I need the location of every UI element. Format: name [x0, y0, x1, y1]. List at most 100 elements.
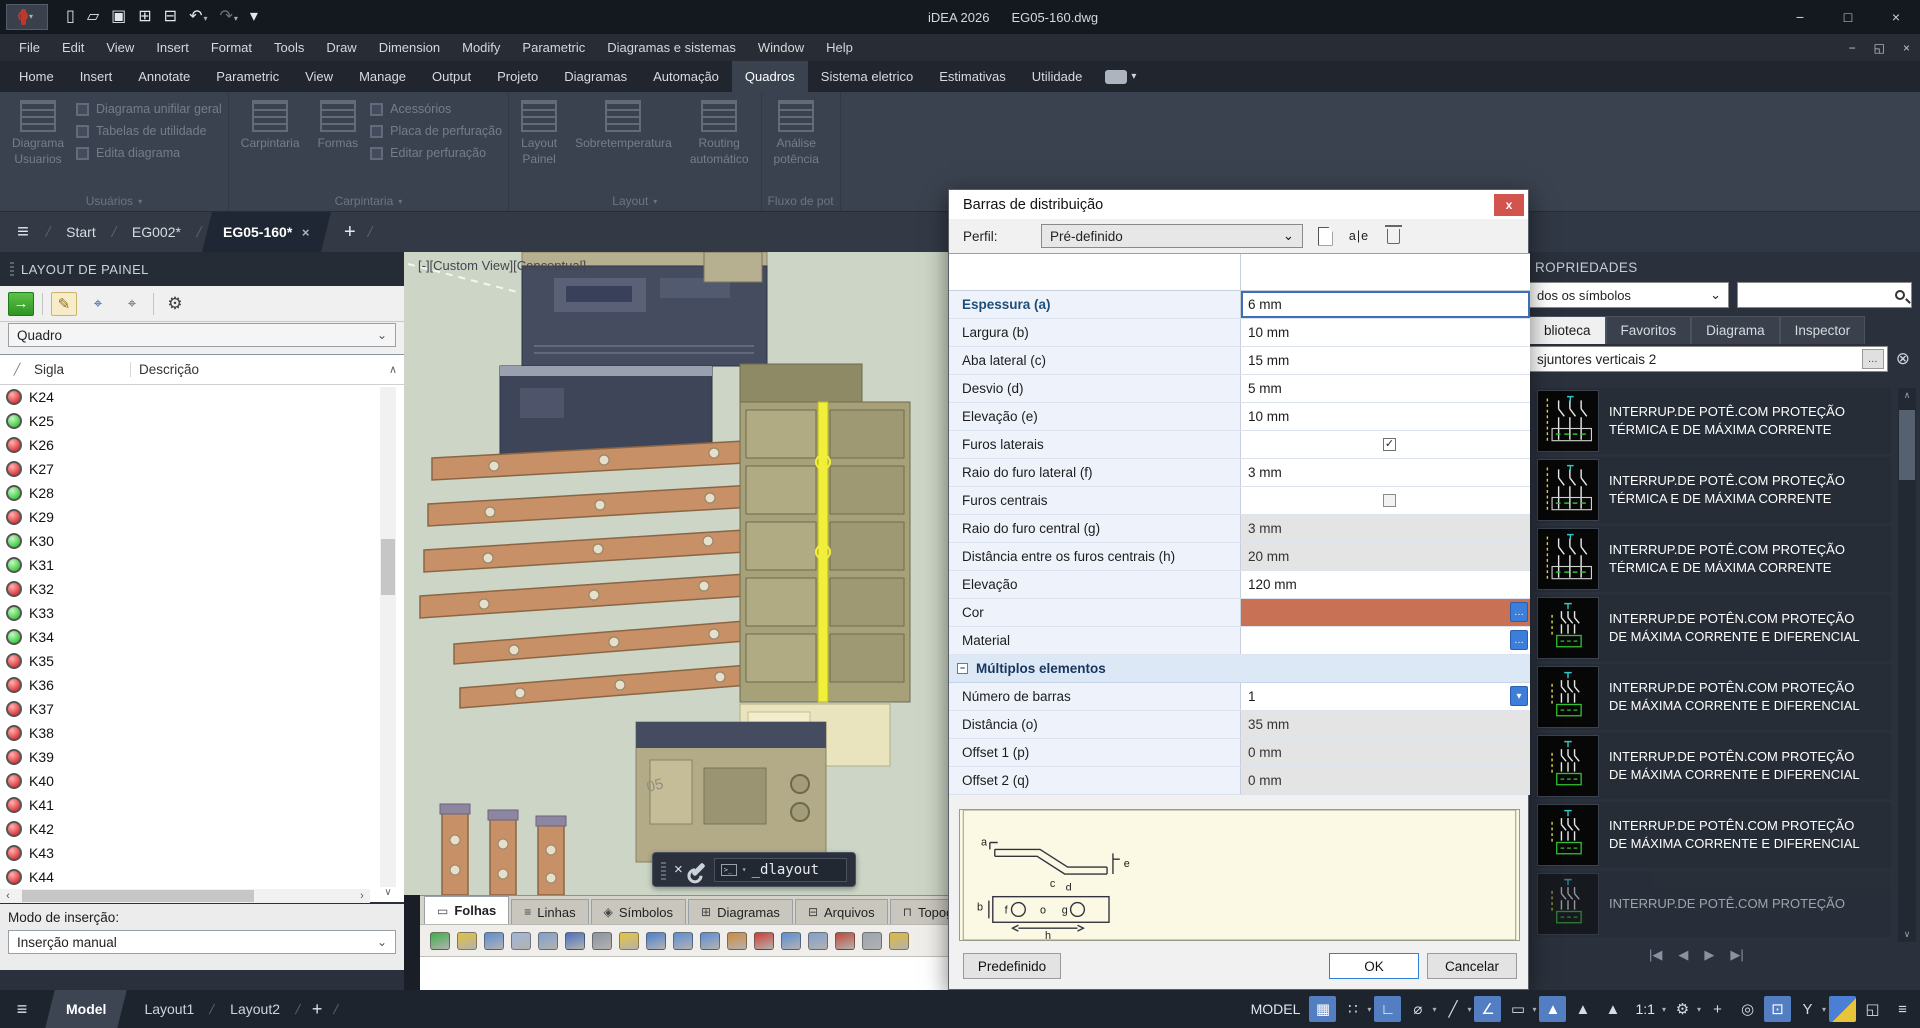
menu-item-file[interactable]: File [8, 40, 51, 55]
ribbon-group-label-usuarios[interactable]: Usuários▾ [6, 190, 222, 212]
insert-run-button[interactable]: → [8, 292, 34, 316]
ribbon-button-acessorios[interactable]: Acessórios [370, 102, 502, 116]
save-as-icon[interactable]: ⊞ [134, 7, 155, 27]
property-value-offset-1-p[interactable]: 0 mm [1241, 739, 1530, 766]
menu-item-insert[interactable]: Insert [145, 40, 200, 55]
doc-minimize-icon[interactable]: − [1849, 41, 1856, 55]
ribbon-button-diagrama-usuarios[interactable]: DiagramaUsuarios [6, 96, 70, 171]
menu-item-dimension[interactable]: Dimension [368, 40, 451, 55]
doc-restore-icon[interactable]: ◱ [1874, 41, 1885, 55]
ribbon-button-edita-diagrama[interactable]: Edita diagrama [76, 146, 222, 160]
clear-filter-icon[interactable]: ⊗ [1896, 349, 1910, 369]
tab-folhas[interactable]: ▭Folhas [424, 896, 509, 924]
ok-button[interactable]: OK [1329, 953, 1419, 979]
property-value-numero-de-barras[interactable]: 1▾ [1241, 683, 1530, 710]
drawing-menu-icon[interactable]: ≡ [0, 212, 46, 252]
library-item[interactable]: INTERRUP.DE POTÊ.COM PROTEÇÃOTÉRMICA E D… [1535, 388, 1891, 454]
drawing-tab-start[interactable]: Start [50, 212, 112, 252]
property-row-elevacao[interactable]: Elevação120 mm [949, 571, 1530, 599]
model-space-label[interactable]: MODEL [1245, 1001, 1307, 1017]
tab-blioteca[interactable]: blioteca [1529, 316, 1606, 344]
close-icon[interactable]: × [302, 225, 310, 240]
polar-tracking-icon[interactable]: ⌀ [1404, 996, 1431, 1022]
table-horizontal-scrollbar[interactable]: ‹ › [0, 889, 370, 903]
save-icon[interactable]: ▣ [107, 7, 130, 27]
customization-wrench-icon[interactable]: Y [1794, 996, 1821, 1022]
dialog-titlebar[interactable]: Barras de distribuição x [949, 190, 1528, 219]
selection-cycling-icon[interactable]: ▲ [1599, 996, 1626, 1022]
command-bar-grip[interactable] [661, 860, 666, 880]
tab-diagrama[interactable]: Diagrama [1691, 316, 1780, 344]
ribbon-button-editar-perfuracao[interactable]: Editar perfuração [370, 146, 502, 160]
settings-gear-icon[interactable]: ⚙ [1669, 996, 1696, 1022]
annotation-scale-label[interactable]: 1:1 [1629, 1001, 1660, 1017]
app-logo-button[interactable]: ▾ [6, 4, 48, 30]
object-snap-angle-icon[interactable]: ∠ [1474, 996, 1501, 1022]
viewport-controls-label[interactable]: [-][Custom View][Conceptual] [418, 258, 586, 273]
library-item[interactable]: INTERRUP.DE POTÊN.COM PROTEÇÃODE MÁXIMA … [1535, 595, 1891, 661]
osnap-icon[interactable]: ▲ [1539, 996, 1566, 1022]
table-row-k32[interactable]: K32 [0, 577, 372, 601]
table-row-k33[interactable]: K33 [0, 601, 372, 625]
property-row-numero-de-barras[interactable]: Número de barras1▾ [949, 683, 1530, 711]
wrench-icon[interactable] [691, 862, 705, 876]
edit-layout-icon[interactable]: ✎ [51, 292, 77, 316]
close-icon[interactable]: × [1872, 0, 1920, 34]
redo-icon[interactable]: ↷▾ [215, 7, 241, 27]
property-row-material[interactable]: Material… [949, 627, 1530, 655]
table-row-k26[interactable]: K26 [0, 433, 372, 457]
ribbon-tab-diagramas[interactable]: Diagramas [551, 61, 640, 92]
insertion-mode-select[interactable]: Inserção manual ⌄ [8, 930, 396, 954]
table-row-k29[interactable]: K29 [0, 505, 372, 529]
isometric-drafting-icon[interactable]: ╱ [1439, 996, 1466, 1022]
qat-customize-icon[interactable]: ▾ [246, 7, 262, 27]
property-row-espessura-a[interactable]: Espessura (a)6 mm [949, 291, 1530, 319]
property-row-multiplos-elementos[interactable]: −Múltiplos elementos [949, 655, 1530, 683]
next-page-icon[interactable]: ▶ [1704, 947, 1714, 963]
table-row-k43[interactable]: K43 [0, 841, 372, 865]
ribbon-tab-manage[interactable]: Manage [346, 61, 419, 92]
ribbon-tab-estimativas[interactable]: Estimativas [926, 61, 1018, 92]
scroll-up-icon[interactable]: ∧ [1904, 390, 1911, 401]
sheets-toolbar-icon[interactable] [457, 932, 477, 950]
column-descricao[interactable]: Descrição [130, 362, 382, 377]
table-row-k34[interactable]: K34 [0, 625, 372, 649]
annotation-monitor-icon[interactable]: ⊡ [1764, 996, 1791, 1022]
tab-arquivos[interactable]: ⊟Arquivos [795, 899, 888, 924]
osnap-tracking-icon[interactable]: ▲ [1569, 996, 1596, 1022]
sheets-toolbar-icon[interactable] [538, 932, 558, 950]
grid-display-icon[interactable]: ▦ [1309, 996, 1336, 1022]
menu-item-parametric[interactable]: Parametric [511, 40, 596, 55]
last-page-icon[interactable]: ▶| [1730, 947, 1743, 963]
menu-item-window[interactable]: Window [747, 40, 815, 55]
tab-linhas[interactable]: ≡Linhas [511, 899, 588, 924]
color-swatch[interactable] [1241, 599, 1530, 626]
cancel-button[interactable]: Cancelar [1427, 953, 1517, 979]
browse-ellipsis-button[interactable]: … [1862, 349, 1884, 369]
property-value-distancia-entre-os-furos-centrais-h[interactable]: 20 mm [1241, 543, 1530, 570]
dropdown-button[interactable]: ▾ [1510, 686, 1528, 706]
tab-inspector[interactable]: Inspector [1780, 316, 1866, 344]
property-value-aba-lateral-c[interactable]: 15 mm [1241, 347, 1530, 374]
property-row-largura-b[interactable]: Largura (b)10 mm [949, 319, 1530, 347]
library-item[interactable]: INTERRUP.DE POTÊN.COM PROTEÇÃODE MÁXIMA … [1535, 802, 1891, 868]
property-value-material[interactable]: … [1241, 627, 1530, 654]
ribbon-button-sobretemperatura[interactable]: Sobretemperatura [569, 96, 678, 156]
sheets-toolbar-icon[interactable] [781, 932, 801, 950]
property-value-offset-2-q[interactable]: 0 mm [1241, 767, 1530, 794]
table-row-k35[interactable]: K35 [0, 649, 372, 673]
dynamic-input-icon[interactable]: ▭ [1504, 996, 1531, 1022]
table-row-k40[interactable]: K40 [0, 769, 372, 793]
ribbon-button-tabelas-de-utilidade[interactable]: Tabelas de utilidade [76, 124, 222, 138]
property-row-offset-1-p[interactable]: Offset 1 (p)0 mm [949, 739, 1530, 767]
checkbox-icon[interactable] [1383, 494, 1396, 507]
new-file-icon[interactable]: ▯ [62, 7, 79, 27]
sort-icon[interactable]: ╱ [0, 363, 34, 376]
search-input[interactable] [1737, 282, 1912, 308]
column-sigla[interactable]: Sigla [34, 362, 130, 377]
table-row-k38[interactable]: K38 [0, 721, 372, 745]
sheets-toolbar-icon[interactable] [889, 932, 909, 950]
drawing-tab-eg05-160[interactable]: EG05-160*× [202, 212, 331, 252]
ribbon-display-toggle[interactable]: ▾ [1105, 61, 1136, 92]
doc-close-icon[interactable]: × [1903, 41, 1910, 55]
